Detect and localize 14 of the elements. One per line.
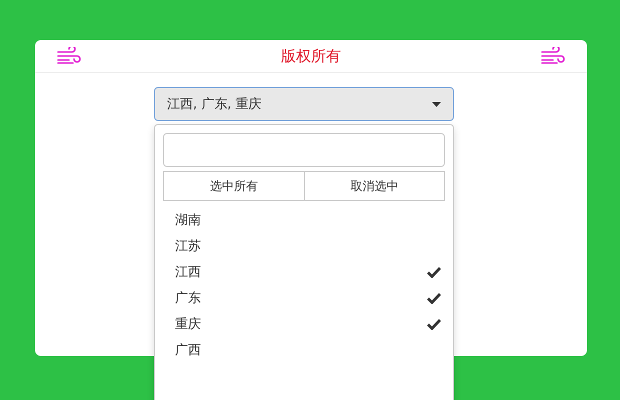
option-item[interactable]: 重庆 <box>163 311 445 337</box>
page-title: 版权所有 <box>281 46 341 66</box>
search-field[interactable] <box>163 133 445 167</box>
option-item[interactable]: 湖南 <box>163 207 445 233</box>
wind-icon <box>541 47 565 65</box>
action-button[interactable]: 选中所有 <box>163 171 304 201</box>
option-item[interactable]: 广东 <box>163 285 445 311</box>
multi-select[interactable]: 江西, 广东, 重庆 <box>154 87 454 121</box>
caret-icon <box>432 102 441 106</box>
option-item[interactable]: 江西 <box>163 259 445 285</box>
action-button[interactable]: 取消选中 <box>304 171 445 201</box>
option-item[interactable]: 广西 <box>163 337 445 363</box>
option-item[interactable]: 江苏 <box>163 233 445 259</box>
wind-icon <box>57 47 81 65</box>
